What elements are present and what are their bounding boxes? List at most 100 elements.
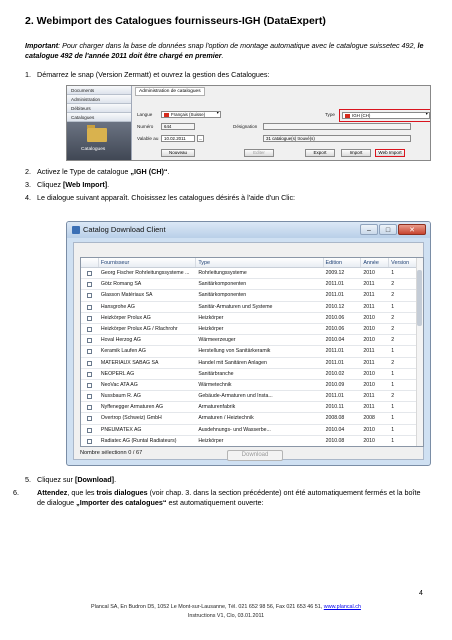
row-checkbox[interactable] [87, 427, 92, 433]
row-checkbox[interactable] [87, 293, 92, 299]
editer-button[interactable]: Editer [244, 149, 274, 157]
row-checkbox[interactable] [87, 349, 92, 355]
footer-line-1: Plancal SA, En Budron D5, 1052 Le Mont-s… [0, 604, 452, 610]
maximize-icon[interactable]: □ [379, 224, 397, 235]
row-checkbox[interactable] [87, 405, 92, 411]
cell-annee: 2011 [363, 404, 375, 411]
table-row[interactable]: Radiatec AG (Runtal Radiateurs) Heizkörpe… [81, 436, 423, 446]
row-checkbox-cell [81, 290, 99, 300]
cell-annee: 2010 [363, 314, 375, 321]
row-checkbox-cell [81, 402, 99, 412]
cell-annee: 2011 [363, 292, 375, 299]
row-checkbox[interactable] [87, 360, 92, 366]
row-checkbox[interactable] [87, 326, 92, 332]
table-row[interactable]: Heizkörper Prolux AG / Rlachrohr Heizkörp… [81, 324, 423, 336]
import-button[interactable]: Import [341, 149, 371, 157]
row-checkbox[interactable] [87, 282, 92, 288]
swiss-flag-icon [164, 112, 169, 117]
table-row[interactable]: Glasson Matériaux SA Sanitärkomponenten 20… [81, 290, 423, 302]
header-edition[interactable]: Edition [324, 258, 362, 267]
nav-item-administration[interactable]: Administration [67, 95, 131, 104]
window-titlebar[interactable]: Catalog Download Client – □ ✕ [67, 222, 430, 238]
cell-edition: 2011.01 [325, 281, 344, 288]
table-row[interactable]: Nyffenegger Armaturen AG Armaturenfabrik 2… [81, 402, 423, 414]
table-row[interactable]: PNEUMATEX AG Ausdehnungs- und Wasserbe...… [81, 425, 423, 436]
step-number: 4. [25, 193, 31, 202]
close-icon[interactable]: ✕ [398, 224, 426, 235]
step-number: 1. [25, 70, 31, 79]
admin-title-tab[interactable]: Administration de catalogues [135, 87, 205, 96]
scrollbar-thumb[interactable] [417, 270, 422, 326]
cell-fournisseur: Nussbaum R. AG [100, 393, 141, 400]
row-checkbox-cell [81, 279, 99, 289]
row-checkbox[interactable] [87, 438, 92, 444]
nav-item-debiteurs[interactable]: Débiteurs [67, 104, 131, 113]
valable-field[interactable]: 10.02.2011 [161, 135, 195, 142]
cell-fournisseur: Nyffenegger Armaturen AG [100, 404, 164, 411]
date-picker-button[interactable]: ... [197, 135, 204, 142]
nav-item-documents[interactable]: Documents [67, 86, 131, 95]
header-type[interactable]: Type [196, 258, 324, 267]
cell-type: Sanitärkomponenten [198, 292, 247, 299]
export-button[interactable]: Export [305, 149, 335, 157]
table-row[interactable]: Götz Romang SA Sanitärkomponenten 2011.01 2… [81, 279, 423, 291]
numero-field[interactable]: 644 [161, 123, 195, 130]
cell-type: Heizkörper [198, 437, 224, 444]
row-checkbox[interactable] [87, 394, 92, 400]
header-fournisseur[interactable]: Fournisseur [99, 258, 197, 267]
step-number: 3. [25, 180, 31, 189]
selected-count: Nombre sélectionn 0 / 67 [80, 450, 143, 456]
nouveau-button[interactable]: Nouveau [161, 149, 195, 157]
page-number: 4 [419, 590, 423, 597]
app-icon [72, 226, 80, 234]
cell-fournisseur: PNEUMATEX AG [100, 426, 142, 433]
row-checkbox[interactable] [87, 315, 92, 321]
row-checkbox[interactable] [87, 382, 92, 388]
table-row[interactable]: Keramik Laufen AG Herstellung von Sanitär… [81, 346, 423, 358]
vertical-scrollbar[interactable] [416, 258, 423, 446]
cell-fournisseur: Overtrop (Schweiz) GmbH [100, 415, 162, 422]
cell-type: Armaturen / Heiztechnik [198, 415, 254, 422]
cell-type: Wärmetechnik [198, 381, 232, 388]
table-row[interactable]: MATERIAUX SABAG SA Handel mit Sanitären A… [81, 358, 423, 369]
table-header: Fournisseur Type Edition Année Version [81, 258, 423, 268]
type-highlight [339, 109, 430, 122]
row-checkbox-cell [81, 380, 99, 390]
web-import-button[interactable]: Web Import [375, 149, 405, 157]
table-row[interactable]: Overtrop (Schweiz) GmbH Armaturen / Heizt… [81, 413, 423, 425]
table-row[interactable]: Heizkörper Prolux AG Heizkörper 2010.06 201… [81, 313, 423, 324]
table-row[interactable]: NeoVac ATA AG Wärmetechnik 2010.09 2010 1 [81, 380, 423, 392]
found-count: 31 catalogue(s) trouvé(s) [263, 135, 411, 142]
table-row[interactable]: Georg Fischer Rohrleitungssysteme ... Roh… [81, 268, 423, 280]
minimize-icon[interactable]: – [360, 224, 378, 235]
footer-address: Plancal SA, En Budron D5, 1052 Le Mont-s… [91, 604, 324, 610]
cell-annee: 2008 [363, 415, 375, 422]
table-row[interactable]: NEOPERL AG Sanitärbranche 2010.02 2010 1 [81, 369, 423, 380]
row-checkbox[interactable] [87, 304, 92, 310]
table-row[interactable]: Nussbaum R. AG Gebäude-Armaturen und Inst… [81, 391, 423, 403]
nav-item-catalogues[interactable]: Catalogues [67, 113, 131, 122]
row-checkbox[interactable] [87, 416, 92, 422]
footer-website-link[interactable]: www.plancal.ch [324, 604, 361, 610]
designation-field[interactable] [263, 123, 411, 130]
step-3: 3. Cliquez [Web Import]. [25, 180, 109, 190]
step-bold: trois dialogues [96, 488, 148, 497]
row-checkbox[interactable] [87, 338, 92, 344]
cell-edition: 2010.12 [325, 303, 345, 310]
download-button[interactable]: Download [227, 450, 283, 461]
table-row[interactable]: Hoval Herzog AG Wärmeerzeuger 2010.04 2010 2 [81, 335, 423, 347]
row-checkbox[interactable] [87, 271, 92, 276]
nav-catalogues-active[interactable]: Catalogues [67, 122, 131, 160]
langue-select[interactable]: Français (Suisse) [161, 111, 221, 118]
cell-annee: 2011 [363, 303, 375, 310]
table-row[interactable]: Hansgrohe AG Sanitär-Armaturen und System… [81, 302, 423, 313]
catalog-admin-panel: Administration de catalogues Langue Fran… [133, 86, 430, 160]
cell-fournisseur: Götz Romang SA [100, 281, 142, 288]
window-client-area: Fournisseur Type Edition Année Version G… [73, 242, 424, 461]
cell-annee: 2010 [363, 437, 375, 444]
row-checkbox[interactable] [87, 371, 92, 377]
cell-annee: 2010 [363, 325, 375, 332]
header-annee[interactable]: Année [361, 258, 390, 267]
step-text: Cliquez [37, 180, 63, 189]
row-checkbox-cell [81, 346, 99, 356]
